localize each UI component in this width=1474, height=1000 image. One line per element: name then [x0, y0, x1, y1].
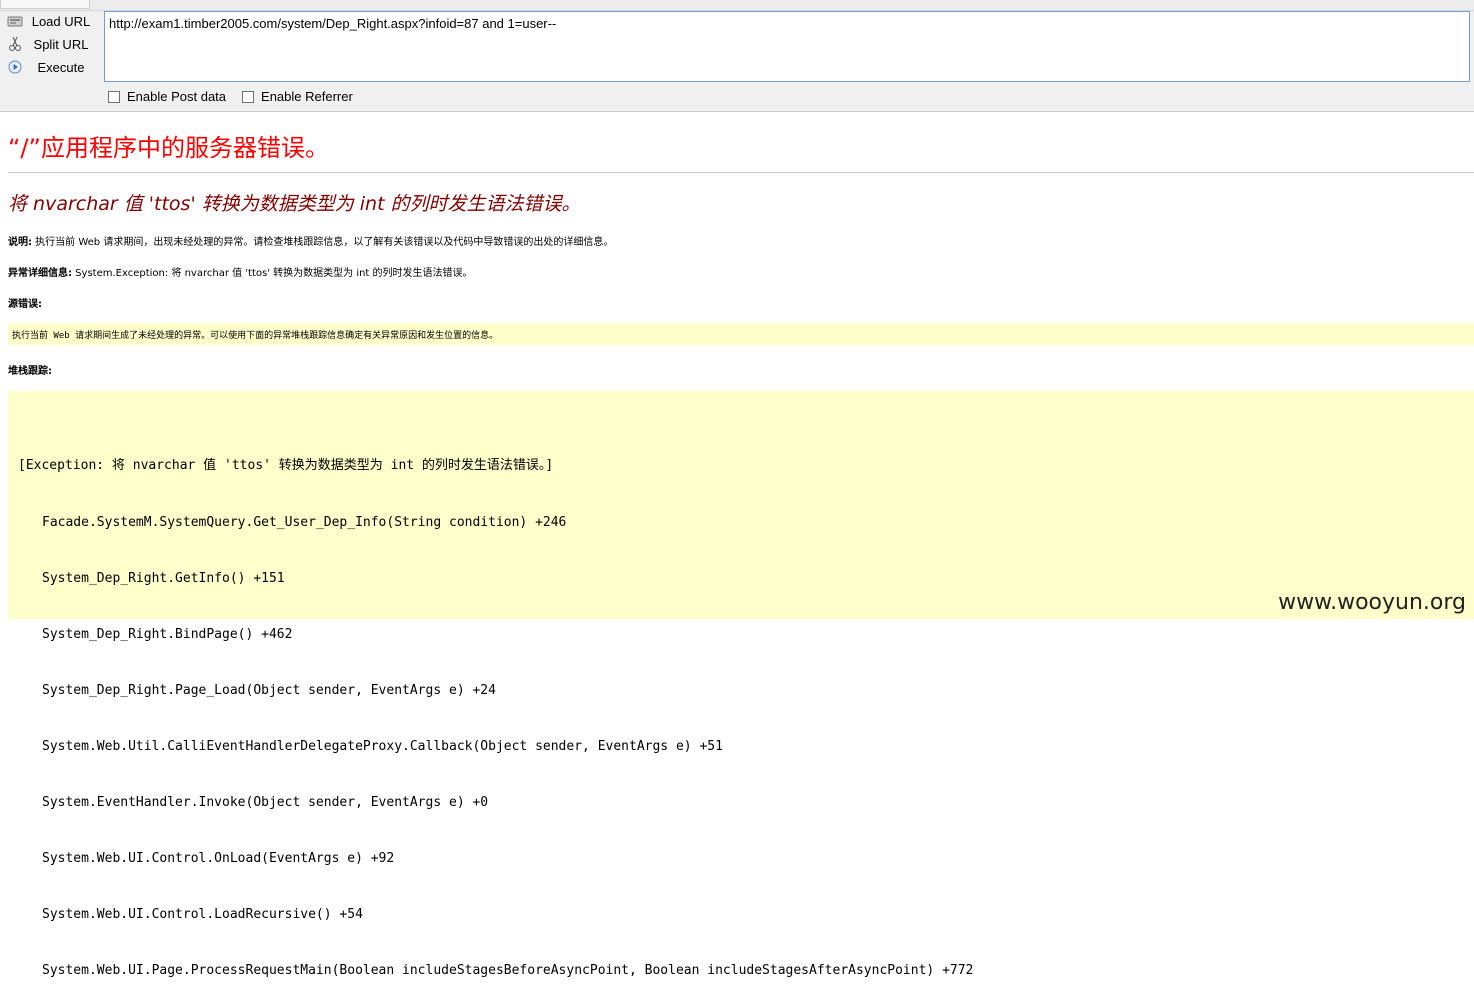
stack-trace-line: System.Web.Util.CalliEventHandlerDelegat… — [42, 738, 723, 754]
enable-referrer-checkbox[interactable]: Enable Referrer — [242, 89, 353, 104]
hackbar-options: Enable Post data Enable Referrer — [108, 89, 369, 104]
error-message: 将 nvarchar 值 'ttos' 转换为数据类型为 int 的列时发生语法… — [8, 193, 581, 215]
enable-post-data-label: Enable Post data — [127, 89, 227, 104]
description-line: 说明: 执行当前 Web 请求期间，出现未经处理的异常。请检查堆栈跟踪信息，以了… — [8, 233, 613, 248]
stack-trace-heading: 堆栈跟踪: — [8, 362, 52, 377]
stack-trace-line: System.EventHandler.Invoke(Object sender… — [42, 795, 489, 811]
hackbar-top-strip — [0, 0, 1474, 11]
stack-trace-line: System.Web.UI.Page.ProcessRequestMain(Bo… — [42, 963, 974, 979]
stack-trace-line: System_Dep_Right.BindPage() +462 — [42, 626, 293, 642]
stack-trace-box: [Exception: 将 nvarchar 值 'ttos' 转换为数据类型为… — [8, 391, 1474, 978]
page-title: “/”应用程序中的服务器错误。 — [8, 134, 329, 162]
play-icon — [6, 58, 24, 76]
execute-label: Execute — [37, 59, 85, 75]
split-url-label: Split URL — [33, 36, 89, 52]
divider — [8, 172, 1474, 173]
stack-trace-line: System_Dep_Right.Page_Load(Object sender… — [42, 682, 496, 698]
url-input[interactable]: http://exam1.timber2005.com/system/Dep_R… — [104, 11, 1470, 82]
enable-post-data-checkbox[interactable]: Enable Post data — [108, 89, 226, 104]
load-url-icon — [6, 12, 24, 30]
hackbar-menu-tab[interactable] — [0, 0, 90, 9]
exception-details-line: 异常详细信息: System.Exception: 将 nvarchar 值 '… — [8, 264, 473, 279]
source-error-heading: 源错误: — [8, 295, 42, 310]
source-error-box: 执行当前 Web 请求期间生成了未经处理的异常。可以使用下面的异常堆栈跟踪信息确… — [8, 323, 1474, 345]
checkbox-box[interactable] — [108, 90, 120, 103]
checkbox-box[interactable] — [242, 90, 255, 103]
source-error-label: 源错误: — [8, 299, 42, 310]
stack-trace-line: System.Web.UI.Control.LoadRecursive() +5… — [42, 907, 363, 923]
stack-trace-header: [Exception: 将 nvarchar 值 'ttos' 转换为数据类型为… — [18, 458, 554, 474]
stack-trace-line: System_Dep_Right.GetInfo() +151 — [42, 570, 285, 586]
watermark: www.wooyun.org — [1278, 590, 1466, 615]
stack-trace-line: Facade.SystemM.SystemQuery.Get_User_Dep_… — [42, 514, 567, 530]
split-url-button[interactable]: Split URL — [2, 33, 98, 55]
description-text: 执行当前 Web 请求期间，出现未经处理的异常。请检查堆栈跟踪信息，以了解有关该… — [32, 237, 614, 248]
exception-details-label: 异常详细信息: — [8, 268, 72, 279]
stack-trace-line: System.Web.UI.Control.OnLoad(EventArgs e… — [42, 851, 395, 867]
scissors-icon — [6, 35, 24, 53]
description-label: 说明: — [8, 237, 32, 248]
enable-referrer-label: Enable Referrer — [261, 89, 353, 104]
stack-trace-label: 堆栈跟踪: — [8, 366, 52, 377]
load-url-button[interactable]: Load URL — [2, 10, 98, 32]
hackbar-toolbar: Load URL Split URL Execute http://exam1.… — [0, 0, 1474, 112]
load-url-label: Load URL — [31, 13, 91, 29]
exception-details-text: System.Exception: 将 nvarchar 值 'ttos' 转换… — [72, 268, 473, 279]
execute-button[interactable]: Execute — [2, 56, 98, 78]
